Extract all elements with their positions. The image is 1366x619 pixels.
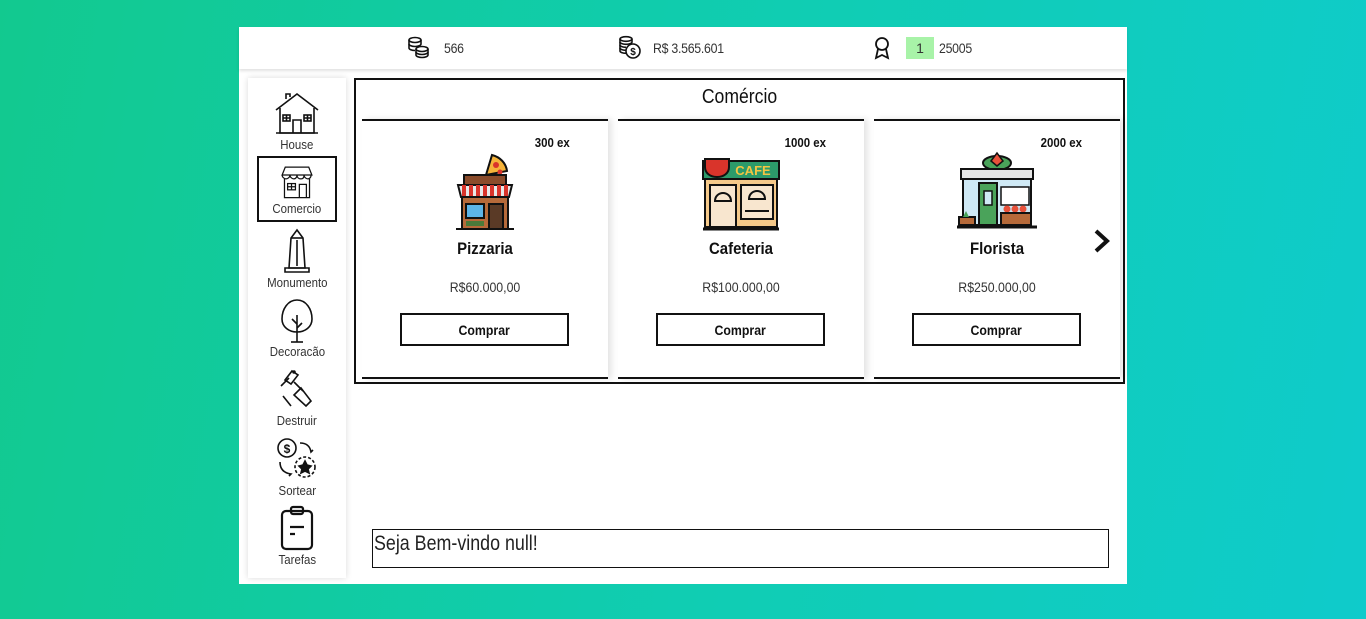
cafe-icon: CAFE bbox=[702, 158, 780, 231]
sidebar-item-tarefas[interactable]: Tarefas bbox=[257, 503, 337, 569]
monument-icon bbox=[284, 228, 310, 273]
money-value: R$ 3.565.601 bbox=[653, 40, 724, 56]
buy-button[interactable]: Comprar bbox=[656, 313, 825, 346]
building-card-pizzaria: 300 ex Pizzaria R$60.000,00 Comprar bbox=[362, 119, 608, 379]
xp-value: 25005 bbox=[939, 40, 972, 56]
award-icon bbox=[874, 37, 890, 60]
welcome-message: Seja Bem-vindo null! bbox=[374, 532, 538, 555]
sidebar-item-label: Decoracão bbox=[269, 344, 325, 359]
xp-reward: 2000 ex bbox=[1040, 135, 1082, 150]
tree-icon bbox=[281, 299, 313, 343]
sidebar-item-comercio[interactable]: Comercio bbox=[257, 156, 337, 222]
xp-reward: 300 ex bbox=[535, 135, 570, 150]
house-icon bbox=[275, 92, 319, 134]
level-value: 1 bbox=[916, 40, 924, 56]
coins-value: 566 bbox=[444, 40, 464, 56]
sidebar-item-destruir[interactable]: Destruir bbox=[257, 364, 337, 430]
sidebar-item-sortear[interactable]: $ Sortear bbox=[257, 434, 337, 500]
sidebar-item-monumento[interactable]: Monumento bbox=[257, 226, 337, 292]
florist-icon bbox=[957, 151, 1037, 229]
buy-button-label: Comprar bbox=[970, 321, 1023, 338]
sidebar-item-label: Comercio bbox=[272, 201, 322, 216]
buy-button[interactable]: Comprar bbox=[400, 313, 569, 346]
sidebar-item-label: Destruir bbox=[276, 413, 318, 428]
lottery-icon: $ bbox=[277, 438, 316, 478]
sidebar-item-label: Monumento bbox=[266, 275, 328, 290]
welcome-message-box: Seja Bem-vindo null! bbox=[372, 529, 1109, 568]
building-name: Florista bbox=[969, 239, 1025, 258]
building-name: Cafeteria bbox=[708, 239, 774, 258]
clipboard-icon bbox=[280, 505, 314, 551]
building-price: R$100.000,00 bbox=[702, 279, 780, 295]
building-card-florista: 2000 ex Florista R$250.000,00 Comprar bbox=[874, 119, 1120, 379]
money-stat: $ R$ 3.565.601 bbox=[617, 35, 733, 61]
game-window: 566 $ R$ 3.565.601 1 25005 House Comerci… bbox=[239, 27, 1127, 584]
xp-reward: 1000 ex bbox=[784, 135, 826, 150]
sidebar-item-label: Sortear bbox=[278, 483, 316, 498]
shop-icon bbox=[281, 166, 313, 199]
build-menu-sidebar: House Comercio Monumento Decoracão Destr… bbox=[248, 78, 346, 578]
svg-text:$: $ bbox=[630, 47, 636, 58]
coins-icon bbox=[408, 36, 429, 59]
sidebar-item-label: Tarefas bbox=[278, 552, 316, 567]
svg-text:$: $ bbox=[284, 442, 291, 456]
coins-stat: 566 bbox=[406, 35, 466, 61]
building-price: R$250.000,00 bbox=[958, 279, 1036, 295]
cafe-sign-text: CAFE bbox=[735, 163, 771, 178]
top-bar: 566 $ R$ 3.565.601 1 25005 bbox=[239, 27, 1127, 69]
buy-button[interactable]: Comprar bbox=[912, 313, 1081, 346]
commerce-panel: Comércio 300 ex Pizzaria R$60.000,00 Com… bbox=[354, 78, 1125, 384]
panel-title: Comércio bbox=[701, 86, 778, 108]
level-stat: 1 25005 bbox=[871, 35, 976, 61]
building-price: R$60.000,00 bbox=[449, 279, 521, 295]
pizzaria-icon bbox=[456, 153, 514, 230]
building-name: Pizzaria bbox=[457, 239, 513, 258]
level-badge: 1 bbox=[906, 37, 934, 59]
sidebar-item-label: House bbox=[280, 137, 314, 152]
sidebar-item-decoracao[interactable]: Decoracão bbox=[257, 295, 337, 361]
hammer-icon bbox=[280, 369, 313, 408]
chevron-right-icon[interactable] bbox=[1092, 228, 1112, 254]
buy-button-label: Comprar bbox=[714, 321, 767, 338]
building-card-cafeteria: 1000 ex CAFE Cafeteria R$100.000,00 Comp… bbox=[618, 119, 864, 379]
money-icon: $ bbox=[619, 35, 641, 59]
buy-button-label: Comprar bbox=[458, 321, 511, 338]
sidebar-item-house[interactable]: House bbox=[257, 88, 337, 154]
